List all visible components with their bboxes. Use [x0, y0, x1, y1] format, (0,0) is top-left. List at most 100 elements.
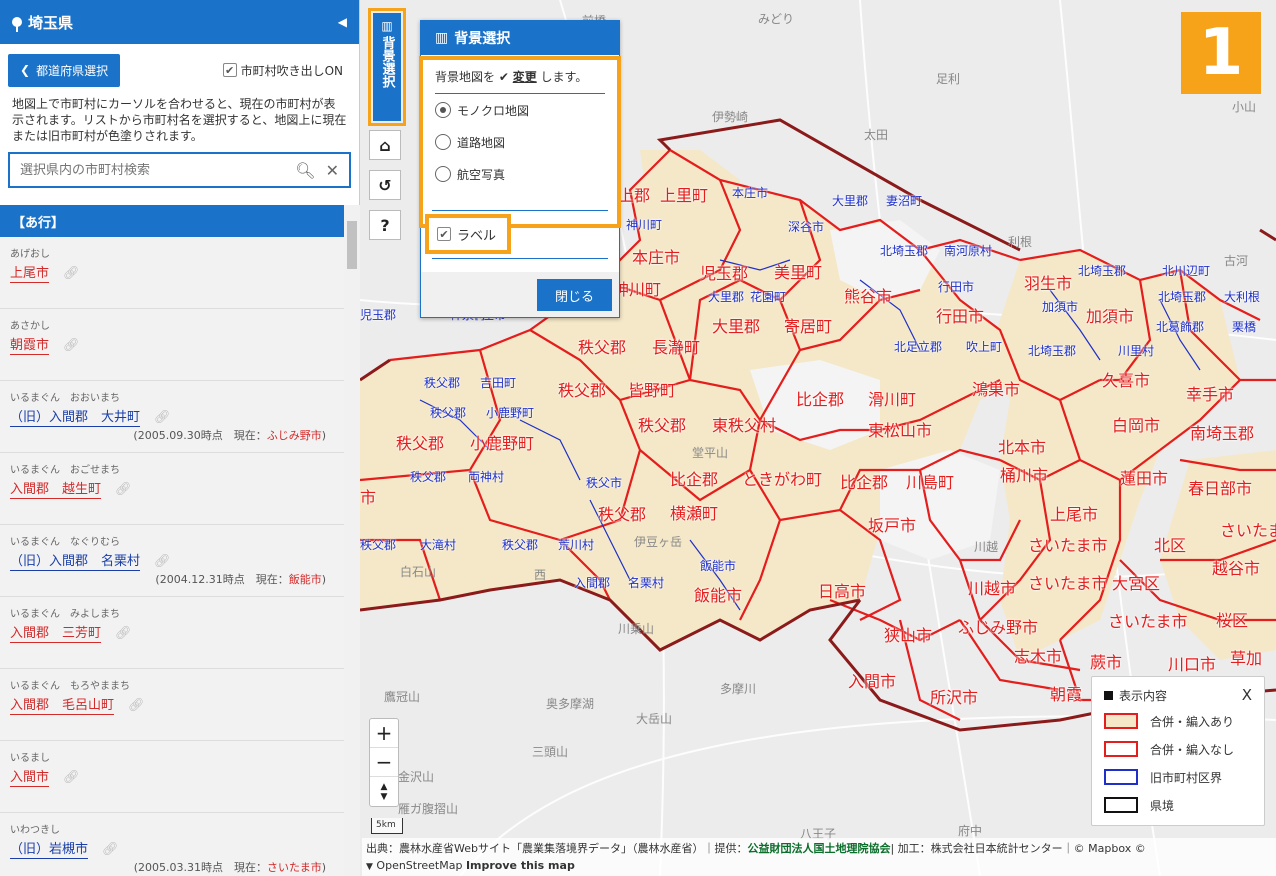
osm-link[interactable]: OpenStreetMap	[376, 859, 462, 872]
map-label-red[interactable]: 児玉郡	[700, 260, 748, 284]
map-label-blue[interactable]: 南河原村	[944, 242, 992, 259]
map-label-blue[interactable]: 大里郡	[708, 288, 744, 305]
map-label-red[interactable]: 志木市	[1014, 643, 1062, 667]
map-label-blue[interactable]: 吉田町	[480, 374, 516, 391]
map-label-red[interactable]: 日高市	[818, 578, 866, 602]
map-label-blue[interactable]: 花園町	[750, 288, 786, 305]
map-label-red[interactable]: 秩父郡	[578, 334, 626, 358]
map-label-red[interactable]: 市	[360, 484, 376, 508]
link-icon[interactable]: 🔗︎	[115, 482, 132, 497]
map-label-blue[interactable]: 秩父郡	[502, 536, 538, 553]
map-label-red[interactable]: 横瀬町	[670, 500, 718, 524]
search-icon[interactable]: 🔍︎	[295, 161, 315, 180]
map-label-blue[interactable]: 荒川村	[558, 536, 594, 553]
close-button[interactable]: 閉じる	[537, 279, 612, 311]
map-label-red[interactable]: 越谷市	[1212, 555, 1260, 579]
map-label-red[interactable]: 小鹿野町	[470, 430, 534, 454]
radio-icon[interactable]	[435, 166, 451, 182]
map-label-red[interactable]: 狭山市	[884, 622, 932, 646]
reset-button[interactable]: ↺	[369, 170, 401, 200]
map-label-red[interactable]: 本庄市	[632, 244, 680, 268]
home-button[interactable]: ⌂	[369, 130, 401, 160]
map-label-red[interactable]: さいたま市	[1220, 517, 1276, 541]
map-label-red[interactable]: 大里郡	[712, 313, 760, 337]
map-label-blue[interactable]: 北埼玉郡	[1158, 288, 1206, 305]
map-label-blue[interactable]: 秩父郡	[410, 468, 446, 485]
list-item[interactable]: いるまぐん もろやままち 入間郡 毛呂山町 🔗︎	[0, 669, 344, 741]
map-label-blue[interactable]: 児玉郡	[360, 306, 396, 323]
map-label-red[interactable]: 上尾市	[1050, 501, 1098, 525]
list-item[interactable]: いるまぐん みよしまち 入間郡 三芳町 🔗︎	[0, 597, 344, 669]
list-item[interactable]: いるまぐん おごせまち 入間郡 越生町 🔗︎	[0, 453, 344, 525]
map-label-blue[interactable]: 加須市	[1042, 298, 1078, 315]
background-option[interactable]: モノクロ地図	[435, 94, 605, 126]
map-label-red[interactable]: 美里町	[774, 259, 822, 283]
list-item[interactable]: あげおし 上尾市 🔗︎	[0, 237, 344, 309]
map-label-red[interactable]: さいたま市	[1028, 532, 1108, 556]
map-label-red[interactable]: 北区	[1154, 532, 1186, 556]
map-label-red[interactable]: 幸手市	[1186, 381, 1234, 405]
map-label-red[interactable]: 秩父郡	[558, 377, 606, 401]
map-label-blue[interactable]: 神川町	[626, 216, 662, 233]
zoom-in-button[interactable]: +	[370, 719, 398, 748]
map-label-blue[interactable]: 北足立郡	[894, 338, 942, 355]
map-label-blue[interactable]: 北葛飾郡	[1156, 318, 1204, 335]
scrollbar-thumb[interactable]	[347, 221, 357, 269]
item-name[interactable]: （旧）入間郡 名栗村	[10, 554, 141, 571]
map-label-red[interactable]: 坂戸市	[868, 512, 916, 536]
list-item[interactable]: いるまし 入間市 🔗︎	[0, 741, 344, 813]
map-label-red[interactable]: ときがわ町	[742, 466, 822, 490]
item-name[interactable]: 入間市	[10, 770, 50, 787]
map-label-blue[interactable]: 妻沼町	[886, 192, 922, 209]
map-label-blue[interactable]: 秩父郡	[424, 374, 460, 391]
map-label-red[interactable]: さいたま市	[1028, 570, 1108, 594]
map-label-red[interactable]: 東秩父村	[712, 412, 776, 436]
map-label-red[interactable]: 川口市	[1168, 651, 1216, 675]
map-label-red[interactable]: 桜区	[1216, 607, 1248, 631]
map-label-red[interactable]: 白岡市	[1112, 412, 1160, 436]
background-option[interactable]: 航空写真	[435, 158, 605, 190]
item-name[interactable]: 入間郡 毛呂山町	[10, 698, 115, 715]
map-label-red[interactable]: 比企郡	[796, 386, 844, 410]
map-label-red[interactable]: 比企郡	[840, 469, 888, 493]
map-label-blue[interactable]: 大里郡	[832, 192, 868, 209]
collapse-icon[interactable]: ◀	[338, 15, 347, 29]
map-label-red[interactable]: 上郡	[618, 182, 650, 206]
map-label-red[interactable]: 川越市	[968, 575, 1016, 599]
map-label-red[interactable]: 川島町	[906, 469, 954, 493]
map-label-red[interactable]: 秩父郡	[396, 430, 444, 454]
item-name[interactable]: 入間郡 三芳町	[10, 626, 102, 643]
link-icon[interactable]: 🔗︎	[63, 338, 80, 353]
map-label-blue[interactable]: 深谷市	[788, 218, 824, 235]
zoom-out-button[interactable]: −	[370, 748, 398, 777]
map-label-red[interactable]: 鴻巣市	[972, 376, 1020, 400]
link-icon[interactable]: 🔗︎	[102, 842, 119, 857]
prefecture-select-button[interactable]: ❮ 都道府県選択	[8, 53, 121, 87]
map-label-red[interactable]: 行田市	[936, 303, 984, 327]
map-label-red[interactable]: 桶川市	[1000, 462, 1048, 486]
map-label-red[interactable]: 加須市	[1086, 303, 1134, 327]
map-label-blue[interactable]: 吹上町	[966, 338, 1002, 355]
scrollbar[interactable]	[344, 205, 360, 876]
improve-map-link[interactable]: Improve this map	[466, 859, 575, 872]
map-label-red[interactable]: ふじみ野市	[958, 614, 1038, 638]
checkbox-icon[interactable]: ✔	[437, 227, 451, 241]
radio-icon[interactable]	[435, 102, 451, 118]
map-label-blue[interactable]: 飯能市	[700, 557, 736, 574]
help-button[interactable]: ?	[369, 210, 401, 240]
link-icon[interactable]: 🔗︎	[154, 554, 171, 569]
link-icon[interactable]: 🔗︎	[63, 266, 80, 281]
radio-icon[interactable]	[435, 134, 451, 150]
background-option[interactable]: 道路地図	[435, 126, 605, 158]
attribution-toggle-icon[interactable]: ▼	[366, 862, 373, 872]
map-label-blue[interactable]: 本庄市	[732, 184, 768, 201]
map-label-blue[interactable]: 北埼玉郡	[1028, 342, 1076, 359]
map-label-blue[interactable]: 行田市	[938, 278, 974, 295]
map-label-red[interactable]: 秩父郡	[638, 412, 686, 436]
map-label-red[interactable]: 所沢市	[930, 684, 978, 708]
map-label-red[interactable]: 北本市	[998, 434, 1046, 458]
map-label-blue[interactable]: 大利根	[1224, 288, 1260, 305]
link-icon[interactable]: 🔗︎	[115, 626, 132, 641]
map-label-red[interactable]: 蕨市	[1090, 649, 1122, 673]
link-icon[interactable]: 🔗︎	[63, 770, 80, 785]
